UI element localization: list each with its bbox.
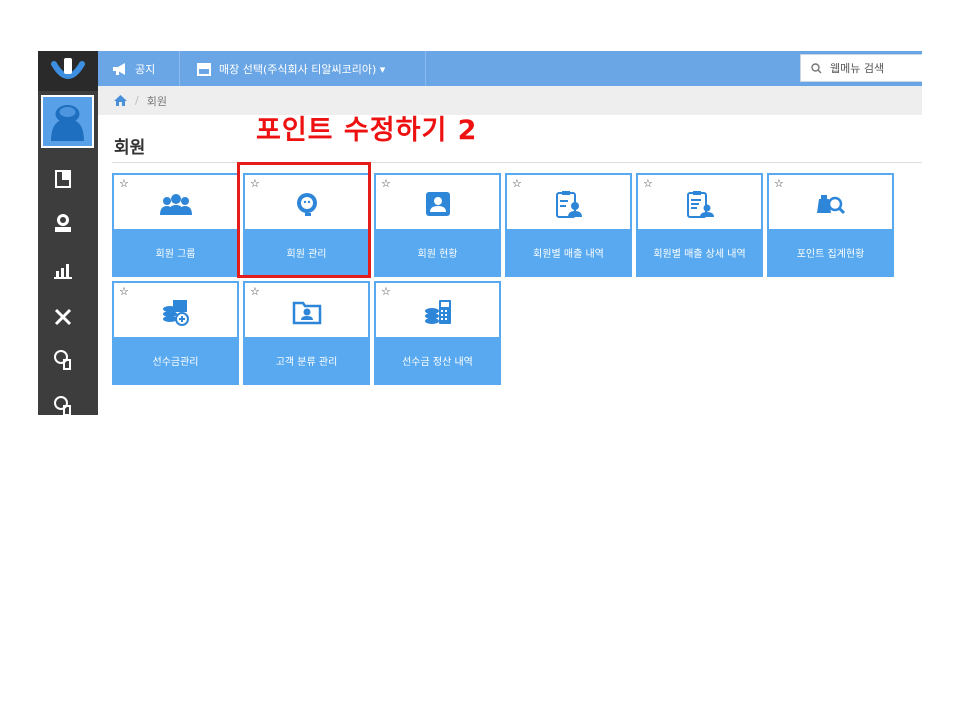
user-avatar[interactable] [41,95,94,148]
annotation-title: 포인트 수정하기 2 [256,115,478,146]
tile-label: 회원 그룹 [114,229,237,275]
support-icon[interactable] [52,349,74,371]
tile-label: 선수금관리 [114,337,237,383]
store-select-dropdown[interactable]: 매장 선택(주식회사 티알씨코리아) ▾ [180,51,426,86]
page-title: 회원 [114,138,146,158]
tile-prepayment-settlement[interactable]: ☆ 선수금 정산 내역 [374,281,501,385]
tools-icon[interactable] [52,306,74,328]
member-group-icon [159,194,192,215]
top-bar: 공지 매장 선택(주식회사 티알씨코리아) ▾ [98,51,922,86]
document-icon[interactable] [52,168,74,190]
megaphone-icon [113,62,125,75]
tile-label: 고객 분류 관리 [245,337,368,383]
tile-point-summary[interactable]: ☆ 포인트 집계현황 [767,173,894,277]
web-menu-search[interactable] [800,54,922,82]
search-input[interactable] [828,60,922,76]
prepayment-management-icon [162,300,189,326]
tile-prepayment-management[interactable]: ☆ 선수금관리 [112,281,239,385]
home-icon[interactable] [114,95,127,106]
tile-label: 회원별 매출 상세 내역 [638,229,761,275]
breadcrumb-separator: / [135,94,139,107]
tile-member-sales-detail[interactable]: ☆ 회원별 매출 상세 내역 [636,173,763,277]
tile-label: 회원별 매출 내역 [507,229,630,275]
tile-member-status[interactable]: ☆ 회원 현황 [374,173,501,277]
member-sales-history-icon [555,191,582,218]
app-logo[interactable] [38,51,98,91]
chart-icon[interactable] [52,258,74,280]
search-icon [811,62,822,73]
title-divider [112,162,922,163]
avatar-icon [51,105,84,141]
prepayment-settlement-icon [424,300,451,324]
logo-icon [51,58,85,79]
tile-member-sales-history[interactable]: ☆ 회원별 매출 내역 [505,173,632,277]
point-summary-icon [816,195,845,215]
support-icon-2[interactable] [52,395,74,415]
tile-customer-category[interactable]: ☆ 고객 분류 관리 [243,281,370,385]
customer-category-icon [292,301,321,325]
member-icon[interactable] [52,212,74,234]
tile-label: 회원 현황 [376,229,499,275]
left-sidebar [38,51,98,415]
highlight-box [237,162,371,278]
store-icon [197,62,211,76]
member-sales-detail-icon [686,191,714,218]
notice-label: 공지 [135,62,156,76]
tile-label: 포인트 집계현황 [769,229,892,275]
app-window: 공지 매장 선택(주식회사 티알씨코리아) ▾ / 회원 회원 ☆ [38,51,922,415]
tile-label: 선수금 정산 내역 [376,337,499,383]
tile-member-group[interactable]: ☆ 회원 그룹 [112,173,239,277]
store-select-label: 매장 선택(주식회사 티알씨코리아) ▾ [219,62,386,76]
notice-button[interactable]: 공지 [98,51,180,86]
breadcrumb: / 회원 [98,86,922,115]
breadcrumb-current: 회원 [146,94,167,108]
member-status-icon [425,192,450,216]
